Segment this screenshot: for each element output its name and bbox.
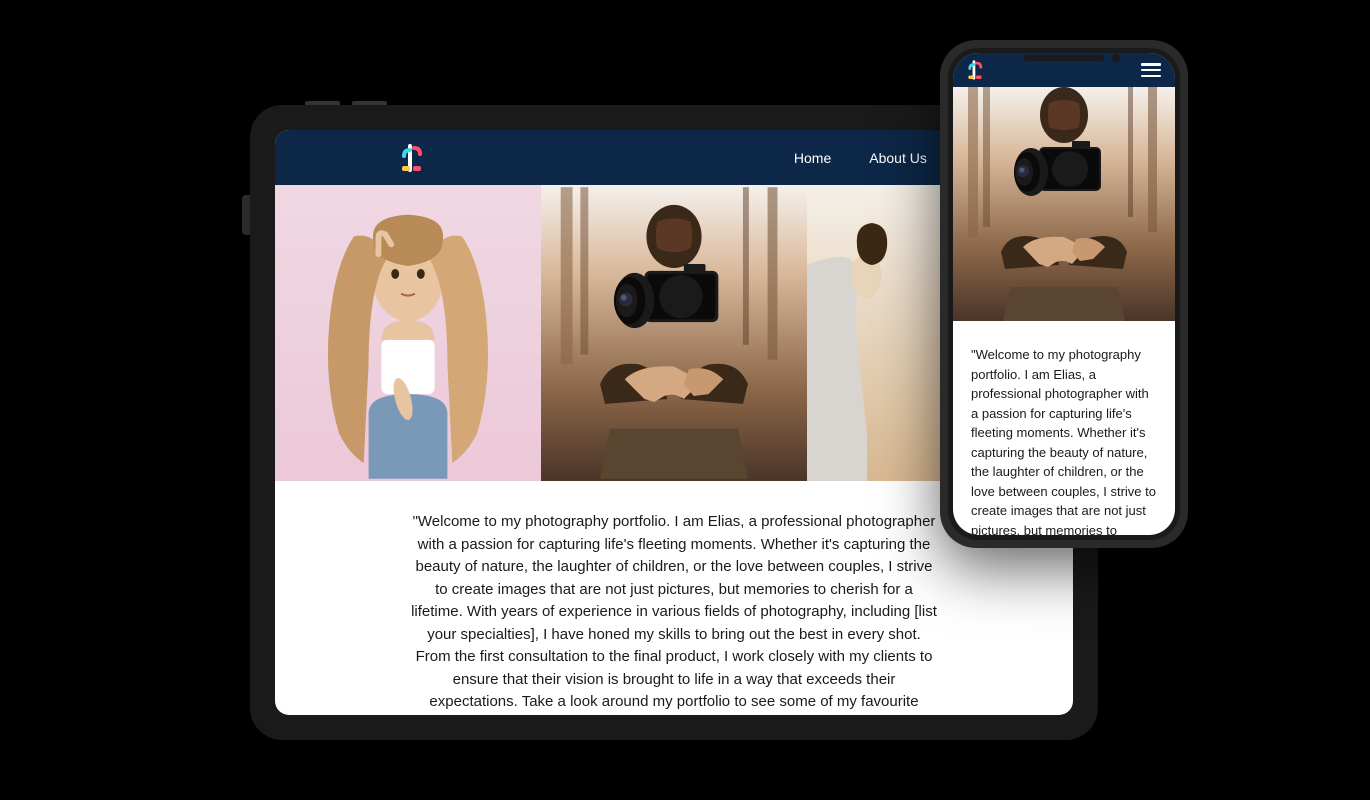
phone-intro-paragraph: "Welcome to my photography portfolio. I … — [953, 321, 1175, 535]
phone-screen: "Welcome to my photography portfolio. I … — [953, 53, 1175, 535]
nav-about-us[interactable]: About Us — [869, 150, 927, 166]
phone-camera — [1112, 54, 1120, 62]
phone-gallery-photo-camera[interactable] — [953, 87, 1175, 321]
nav-home[interactable]: Home — [794, 150, 831, 166]
gallery-photo-camera[interactable] — [541, 185, 807, 481]
phone-device: "Welcome to my photography portfolio. I … — [940, 40, 1188, 548]
phone-site-logo[interactable] — [967, 60, 985, 80]
site-logo[interactable] — [400, 144, 426, 172]
tablet-physical-buttons — [305, 101, 387, 105]
hamburger-menu-icon[interactable] — [1141, 63, 1161, 77]
gallery-photo-woman[interactable] — [275, 185, 541, 481]
phone-notch — [1024, 55, 1104, 61]
